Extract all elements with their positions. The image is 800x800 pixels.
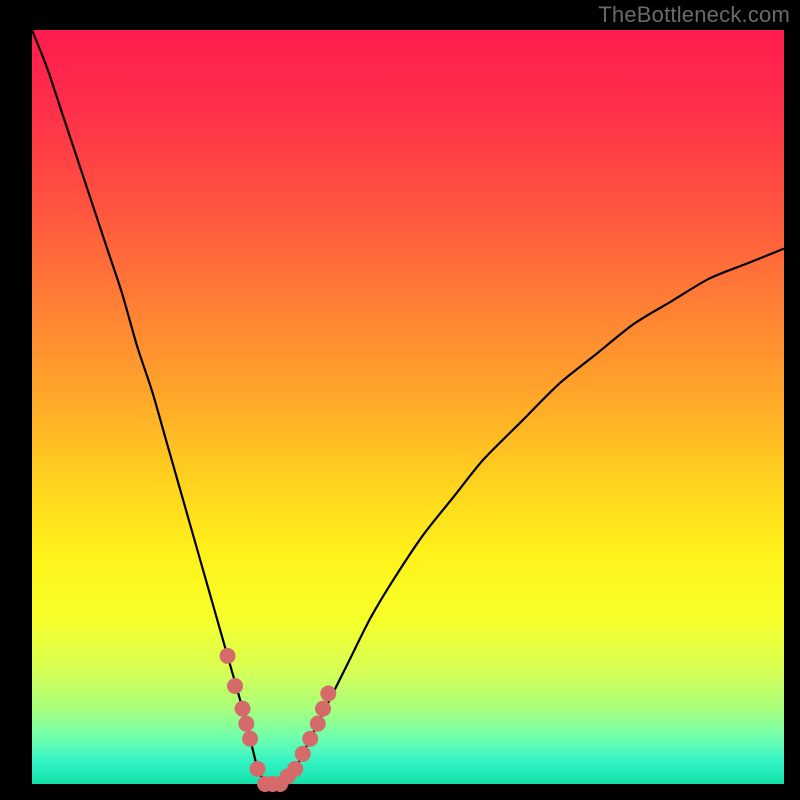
curve-marker-dot bbox=[235, 701, 251, 717]
curve-marker-dot bbox=[220, 648, 236, 664]
chart-frame: TheBottleneck.com bbox=[0, 0, 800, 800]
curve-marker-dot bbox=[250, 761, 266, 777]
curve-marker-dot bbox=[320, 686, 336, 702]
curve-marker-dot bbox=[310, 716, 326, 732]
plot-background bbox=[32, 30, 784, 784]
curve-marker-dot bbox=[238, 716, 254, 732]
curve-marker-dot bbox=[315, 701, 331, 717]
watermark-text: TheBottleneck.com bbox=[598, 2, 790, 28]
curve-marker-dot bbox=[295, 746, 311, 762]
curve-marker-dot bbox=[227, 678, 243, 694]
bottleneck-curve-chart bbox=[0, 0, 800, 800]
curve-marker-dot bbox=[287, 761, 303, 777]
curve-marker-dot bbox=[242, 731, 258, 747]
curve-marker-dot bbox=[302, 731, 318, 747]
